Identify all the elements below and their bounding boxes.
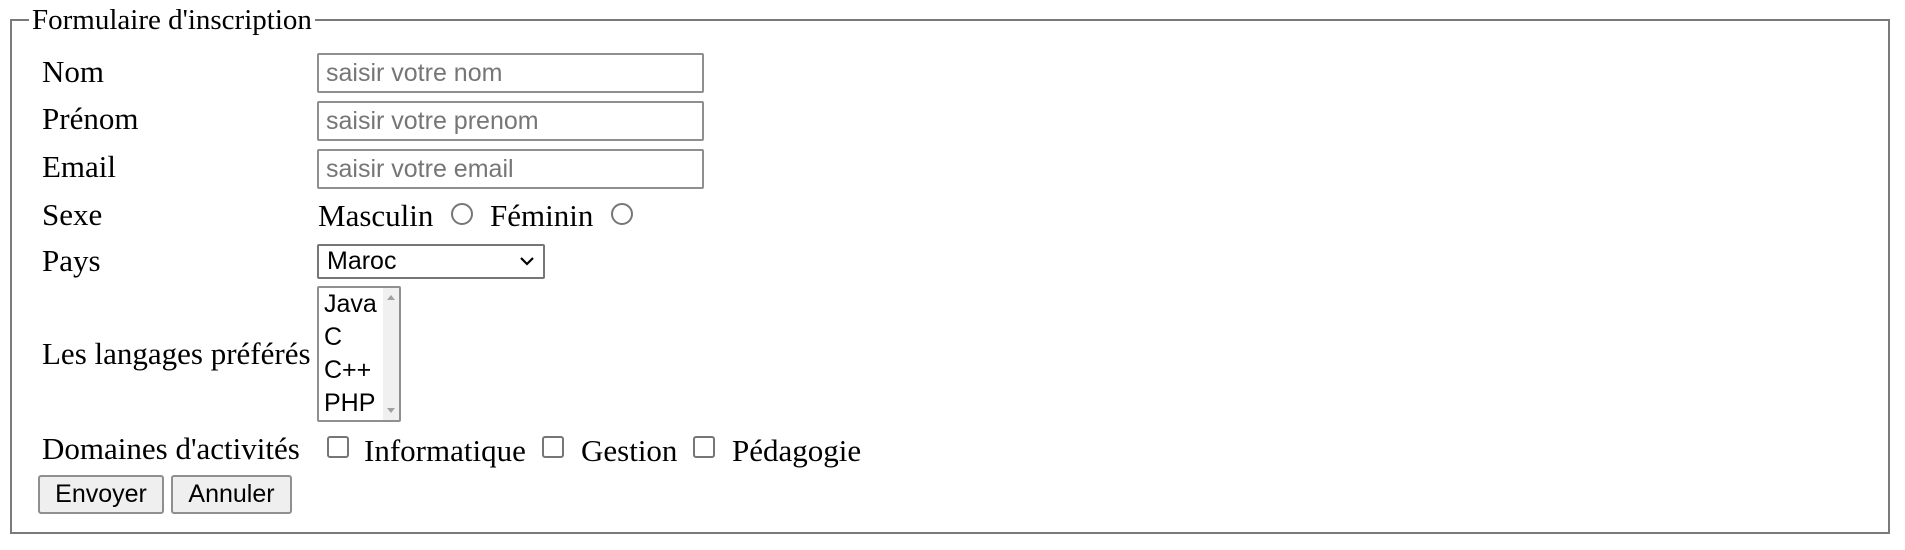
langage-option[interactable]: Java xyxy=(324,288,377,321)
pays-label: Pays xyxy=(42,243,101,278)
email-label: Email xyxy=(42,149,117,184)
masculin-radio[interactable] xyxy=(451,203,473,225)
langage-option[interactable]: C++ xyxy=(324,354,371,387)
pedagogie-label: Pédagogie xyxy=(732,433,862,468)
prenom-label: Prénom xyxy=(42,101,139,136)
pays-selected-value: Maroc xyxy=(327,247,397,275)
scroll-up-icon[interactable] xyxy=(387,294,395,300)
scroll-down-icon[interactable] xyxy=(387,408,395,414)
sexe-label: Sexe xyxy=(42,197,103,232)
gestion-checkbox[interactable] xyxy=(542,436,564,458)
submit-button[interactable]: Envoyer xyxy=(38,475,164,514)
listbox-scrollbar[interactable] xyxy=(383,288,399,420)
langage-option[interactable]: C xyxy=(324,321,342,354)
domaines-label: Domaines d'activités xyxy=(42,431,300,466)
nom-label: Nom xyxy=(42,54,104,89)
informatique-checkbox[interactable] xyxy=(327,436,349,458)
informatique-label: Informatique xyxy=(364,433,526,468)
chevron-down-icon xyxy=(520,257,534,266)
prenom-input[interactable] xyxy=(317,101,704,141)
pays-select[interactable]: Maroc xyxy=(317,244,545,279)
masculin-label: Masculin xyxy=(318,198,434,233)
reset-button[interactable]: Annuler xyxy=(171,475,292,514)
langages-listbox[interactable]: Java C C++ PHP xyxy=(317,286,401,422)
gestion-label: Gestion xyxy=(581,433,678,468)
langage-option[interactable]: PHP xyxy=(324,387,375,420)
nom-input[interactable] xyxy=(317,53,704,93)
pedagogie-checkbox[interactable] xyxy=(693,436,715,458)
langages-label: Les langages préférés xyxy=(42,336,311,371)
feminin-radio[interactable] xyxy=(611,203,633,225)
form-legend: Formulaire d'inscription xyxy=(32,4,312,36)
email-input[interactable] xyxy=(317,149,704,189)
feminin-label: Féminin xyxy=(490,198,594,233)
